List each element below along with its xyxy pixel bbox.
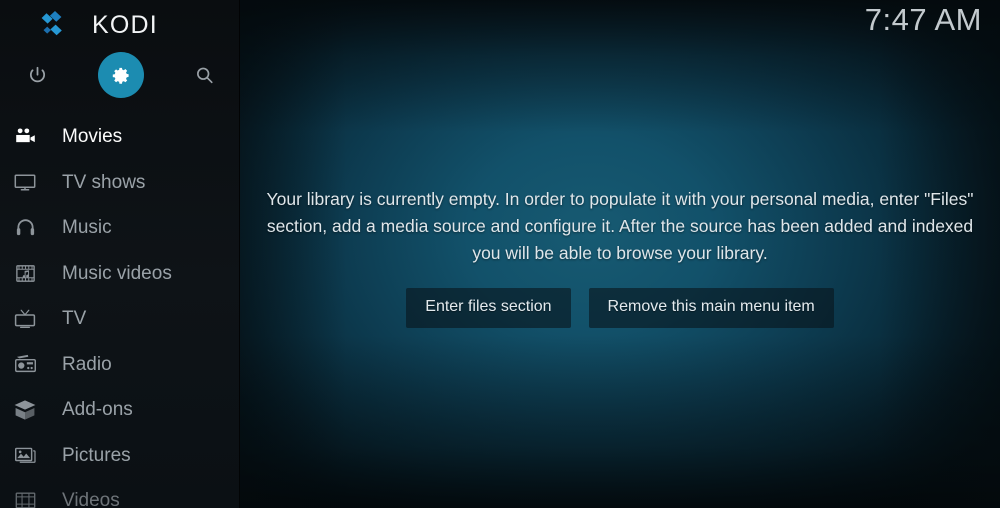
sidebar-item-label: Movies [62, 126, 123, 148]
empty-library-message: Your library is currently empty. In orde… [266, 189, 974, 263]
kodi-logo-icon [38, 9, 78, 41]
sidebar-item-label: Pictures [62, 444, 131, 466]
brand-name: KODI [92, 10, 158, 39]
music-video-icon [10, 258, 40, 288]
sidebar-item-movies[interactable]: Movies [0, 114, 240, 160]
radio-icon [10, 349, 40, 379]
sidebar-item-add-ons[interactable]: Add-ons [0, 387, 240, 433]
sidebar: KODI Movies TV shows Music Music videos … [0, 0, 240, 508]
addons-box-icon [10, 395, 40, 425]
retro-tv-icon [10, 304, 40, 334]
kodi-home-screen: 7:47 AM KODI Movies TV shows Music Music… [0, 0, 1000, 508]
sidebar-item-label: Music videos [62, 262, 172, 284]
pictures-icon [10, 440, 40, 470]
sidebar-item-music-videos[interactable]: Music videos [0, 251, 240, 297]
sidebar-item-label: Videos [62, 490, 120, 508]
sidebar-item-label: Radio [62, 353, 112, 375]
sidebar-item-label: Music [62, 217, 112, 239]
remove-main-menu-item-button[interactable]: Remove this main menu item [588, 288, 834, 328]
sidebar-item-tv-shows[interactable]: TV shows [0, 160, 240, 206]
sidebar-item-tv[interactable]: TV [0, 296, 240, 342]
sidebar-item-label: TV [62, 308, 87, 330]
brand: KODI [38, 7, 158, 43]
movie-camera-icon [10, 122, 40, 152]
empty-library-actions: Enter files section Remove this main men… [406, 288, 834, 328]
sidebar-item-videos[interactable]: Videos [0, 478, 240, 508]
sidebar-item-radio[interactable]: Radio [0, 342, 240, 388]
gear-icon[interactable] [98, 52, 144, 98]
main-menu: Movies TV shows Music Music videos TV Ra… [0, 114, 240, 508]
headphones-icon [10, 213, 40, 243]
sidebar-item-pictures[interactable]: Pictures [0, 433, 240, 479]
sidebar-item-music[interactable]: Music [0, 205, 240, 251]
empty-library-panel: Your library is currently empty. In orde… [240, 0, 1000, 508]
search-icon[interactable] [181, 52, 227, 98]
top-icon-row [0, 52, 240, 98]
clock: 7:47 AM [864, 2, 982, 37]
enter-files-section-button[interactable]: Enter files section [406, 288, 571, 328]
power-icon[interactable] [14, 52, 60, 98]
sidebar-item-label: Add-ons [62, 399, 133, 421]
tv-monitor-icon [10, 167, 40, 197]
sidebar-item-label: TV shows [62, 171, 146, 193]
film-strip-icon [10, 486, 40, 508]
